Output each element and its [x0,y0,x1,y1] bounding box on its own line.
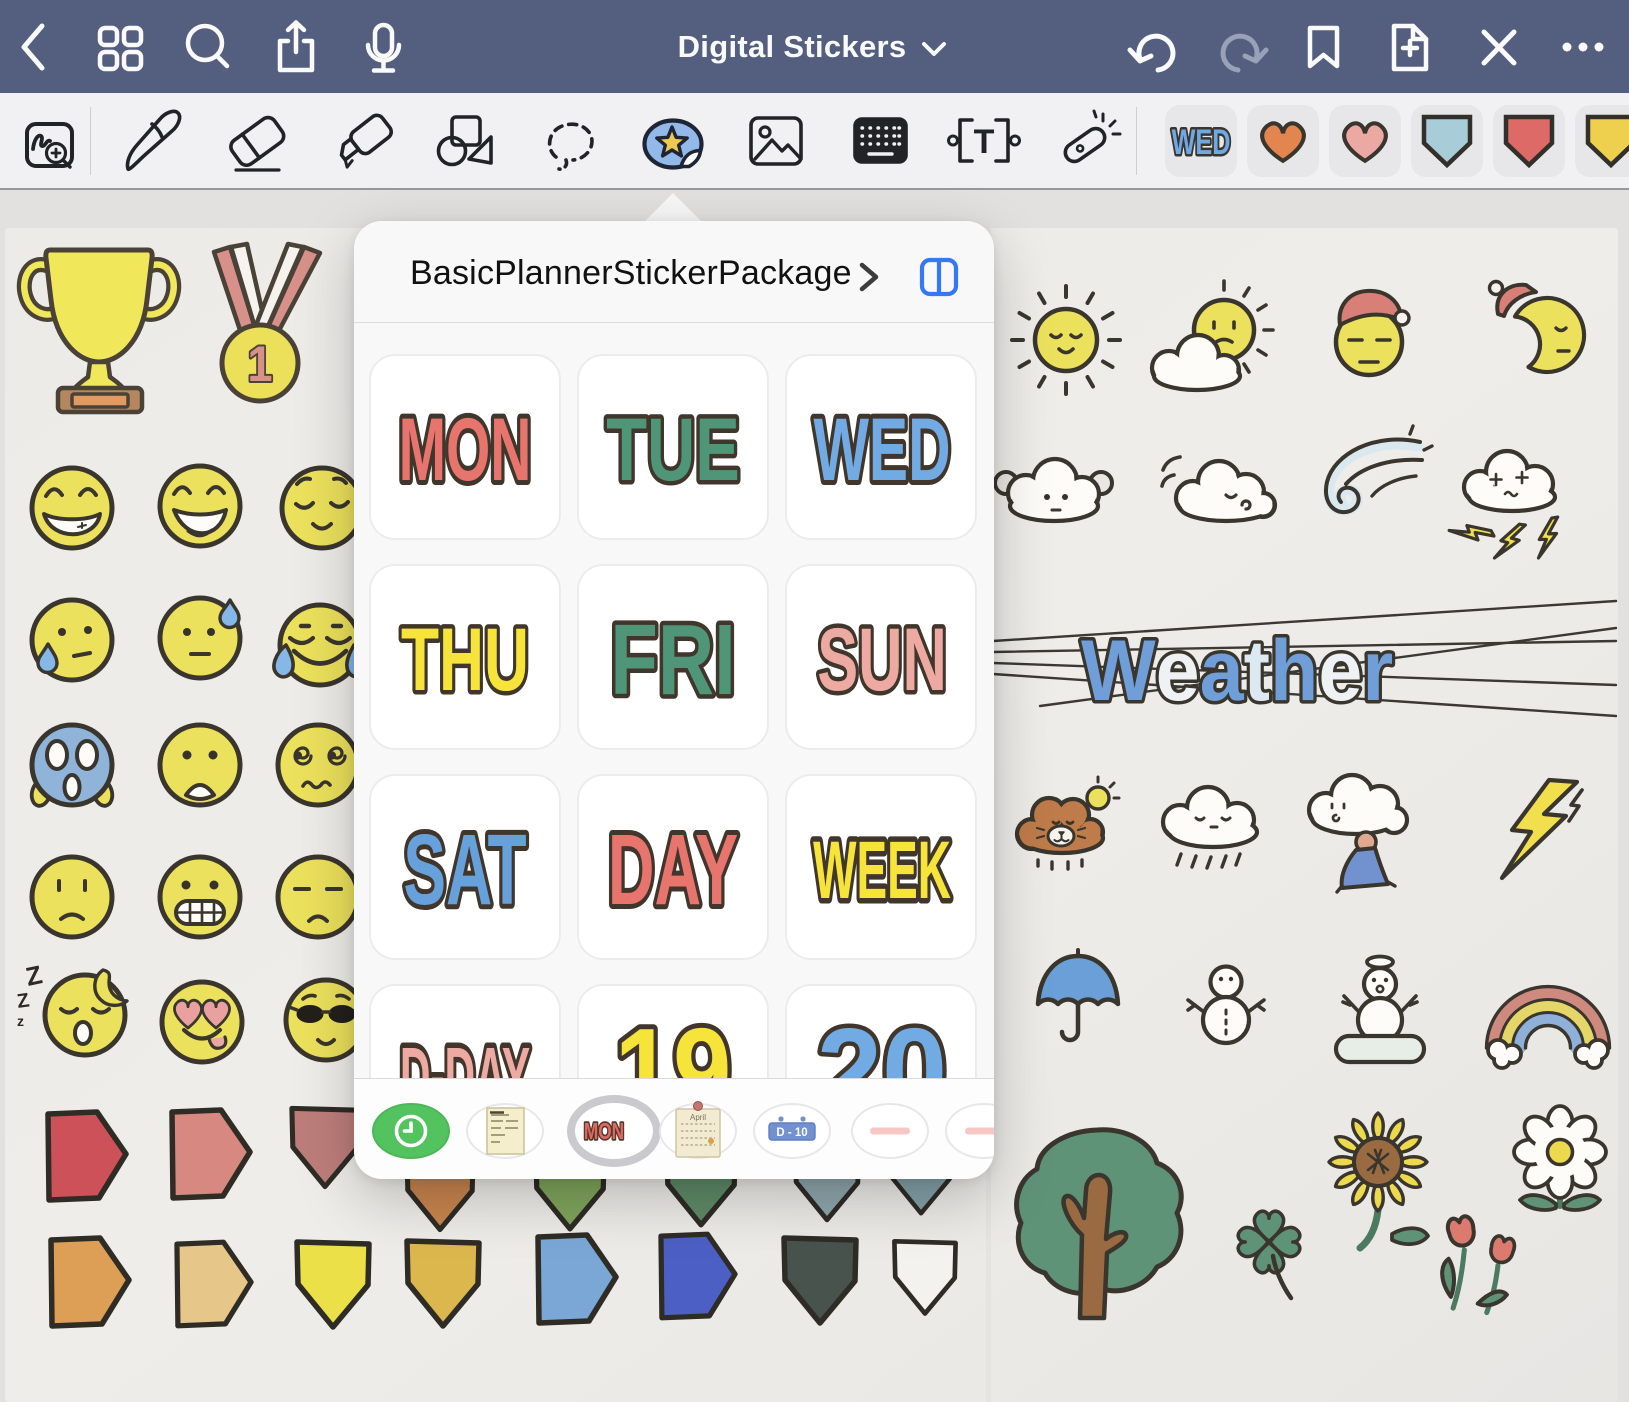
svg-text:FRI: FRI [610,605,736,717]
svg-text:z: z [17,1013,24,1029]
svg-text:20: 20 [817,1004,947,1078]
svg-text:WEEK: WEEK [813,825,951,916]
svg-text:MON: MON [584,1120,624,1145]
svg-text:April: April [690,1113,706,1122]
svg-text:WED: WED [813,400,950,499]
svg-text:WED: WED [1172,123,1231,162]
svg-text:1: 1 [247,337,272,393]
svg-text:Weather: Weather [1081,622,1393,719]
svg-text:TUE: TUE [606,400,739,500]
svg-text:SUN: SUN [817,611,947,710]
svg-text:D - 10: D - 10 [776,1127,807,1139]
svg-text:THU: THU [401,610,529,710]
svg-text:SAT: SAT [403,813,526,925]
svg-text:MON: MON [399,399,532,499]
svg-text:T: T [974,123,995,161]
svg-text:19: 19 [615,1004,732,1078]
svg-text:DAY: DAY [608,814,738,926]
svg-text:D-DAY: D-DAY [400,1031,530,1078]
